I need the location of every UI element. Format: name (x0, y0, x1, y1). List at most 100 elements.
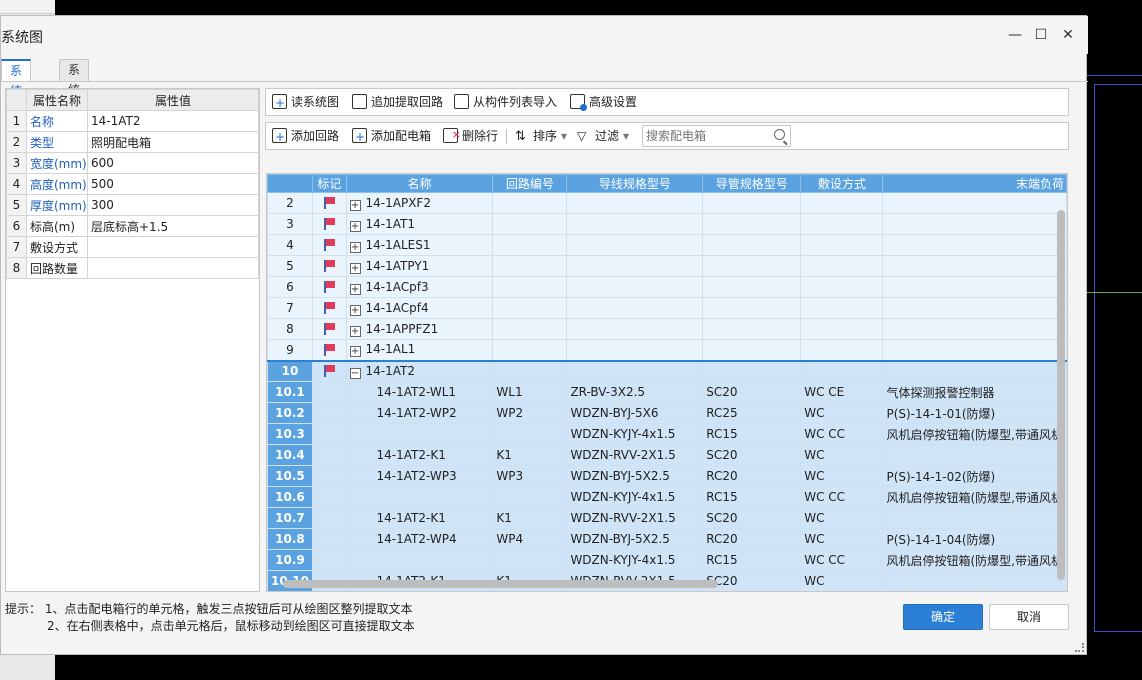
conduit-spec-cell[interactable] (702, 234, 802, 256)
mark-cell[interactable] (311, 465, 347, 487)
circuit-no-cell[interactable] (492, 255, 568, 277)
tab-system-tree[interactable]: 系统树 (59, 59, 90, 117)
wire-spec-cell[interactable]: WDZN-BYJ-5X2.5 (566, 465, 704, 487)
grid-header-end-load[interactable]: 末端负荷 (882, 174, 1067, 193)
expand-toggle-icon[interactable]: + (349, 241, 361, 253)
laying-method-cell[interactable]: WC CE (800, 381, 884, 403)
expand-toggle-icon[interactable]: + (349, 346, 361, 358)
table-row[interactable]: 10.4 14-1AT2-K1 K1 WDZN-RVV-2X1.5 SC20 WC (267, 444, 1067, 466)
table-row[interactable]: 10.2 14-1AT2-WP2 WP2 WDZN-BYJ-5X6 RC25 WC P(S)… (267, 402, 1067, 424)
mark-cell[interactable] (311, 381, 347, 403)
name-cell[interactable] (345, 423, 494, 445)
name-cell[interactable]: +14-1APPFZ1 (345, 318, 494, 340)
mark-cell[interactable] (311, 192, 347, 214)
table-row[interactable]: 3 +14-1AT1 (267, 213, 1067, 235)
table-row[interactable]: 10.3 WDZN-KYJY-4x1.5 RC15 WC CC 风机启停按钮箱(防爆型,… (267, 423, 1067, 445)
name-cell[interactable]: +14-1ACpf3 (345, 276, 494, 298)
name-cell[interactable]: −14-1AT2 (345, 359, 494, 382)
table-row[interactable]: 10.8 14-1AT2-WP4 WP4 WDZN-BYJ-5X2.5 RC20 WC P(… (267, 528, 1067, 550)
end-load-cell[interactable] (882, 297, 1067, 319)
wire-spec-cell[interactable]: WDZN-BYJ-5X2.5 (566, 528, 704, 550)
conduit-spec-cell[interactable] (702, 339, 802, 361)
property-row[interactable]: 1 名称 14-1AT2 (6, 110, 259, 132)
wire-spec-cell[interactable] (566, 234, 704, 256)
conduit-spec-cell[interactable]: RC25 (702, 402, 802, 424)
filter-dropdown[interactable]: ▽ 过滤 ▾ (577, 123, 629, 149)
table-row[interactable]: 8 +14-1APPFZ1 (267, 318, 1067, 340)
wire-spec-cell[interactable] (566, 339, 704, 361)
property-row[interactable]: 7 敷设方式 (6, 236, 259, 258)
end-load-cell[interactable]: P(S)-14-1-02(防爆) (882, 465, 1067, 487)
laying-method-cell[interactable] (800, 213, 884, 235)
table-row[interactable]: 2 +14-1APXF2 (267, 192, 1067, 214)
conduit-spec-cell[interactable] (702, 359, 802, 382)
end-load-cell[interactable] (882, 444, 1067, 466)
mark-cell[interactable] (311, 276, 347, 298)
laying-method-cell[interactable] (800, 339, 884, 361)
sort-dropdown[interactable]: ⇅ 排序 ▾ (515, 123, 567, 149)
circuit-no-cell[interactable] (492, 297, 568, 319)
laying-method-cell[interactable]: WC (800, 444, 884, 466)
end-load-cell[interactable] (882, 213, 1067, 235)
end-load-cell[interactable] (882, 318, 1067, 340)
laying-method-cell[interactable] (800, 359, 884, 382)
name-cell[interactable]: +14-1AL1 (345, 339, 494, 361)
horizontal-scrollbar[interactable] (283, 580, 718, 588)
laying-method-cell[interactable]: WC (800, 507, 884, 529)
expand-toggle-icon[interactable]: + (349, 325, 361, 337)
circuit-no-cell[interactable]: WP2 (492, 402, 568, 424)
grid-header-wire-spec[interactable]: 导线规格型号 (566, 174, 704, 193)
mark-cell[interactable] (311, 255, 347, 277)
append-extract-circuit-button[interactable]: 追加提取回路 (352, 89, 443, 115)
table-row[interactable]: 6 +14-1ACpf3 (267, 276, 1067, 298)
row-number[interactable]: 10.9 (267, 549, 313, 571)
search-input[interactable] (643, 126, 768, 146)
circuit-no-cell[interactable] (492, 423, 568, 445)
grid-header-laying-method[interactable]: 敷设方式 (800, 174, 884, 193)
mark-cell[interactable] (311, 528, 347, 550)
grid-header-circuit-no[interactable]: 回路编号 (492, 174, 568, 193)
conduit-spec-cell[interactable]: SC20 (702, 507, 802, 529)
name-cell[interactable]: +14-1ATPY1 (345, 255, 494, 277)
table-row[interactable]: 10.5 14-1AT2-WP3 WP3 WDZN-BYJ-5X2.5 RC20 WC P(… (267, 465, 1067, 487)
name-cell[interactable] (345, 486, 494, 508)
close-button[interactable]: ✕ (1058, 25, 1078, 45)
property-value[interactable]: 14-1AT2 (87, 110, 259, 132)
end-load-cell[interactable] (882, 276, 1067, 298)
laying-method-cell[interactable]: WC CC (800, 486, 884, 508)
mark-cell[interactable] (311, 234, 347, 256)
conduit-spec-cell[interactable]: RC20 (702, 465, 802, 487)
row-number[interactable]: 7 (267, 297, 313, 319)
property-value[interactable]: 500 (87, 173, 259, 195)
end-load-cell[interactable] (882, 339, 1067, 361)
laying-method-cell[interactable] (800, 192, 884, 214)
table-row[interactable]: 10.9 WDZN-KYJY-4x1.5 RC15 WC CC 风机启停按钮箱(防爆型,… (267, 549, 1067, 571)
wire-spec-cell[interactable]: WDZN-KYJY-4x1.5 (566, 486, 704, 508)
conduit-spec-cell[interactable] (702, 276, 802, 298)
property-value[interactable]: 300 (87, 194, 259, 216)
row-number[interactable]: 10.1 (267, 381, 313, 403)
row-number[interactable]: 10.3 (267, 423, 313, 445)
circuit-no-cell[interactable] (492, 276, 568, 298)
mark-cell[interactable] (311, 318, 347, 340)
conduit-spec-cell[interactable] (702, 213, 802, 235)
name-cell[interactable]: 14-1AT2-K1 (345, 444, 494, 466)
table-row[interactable]: 5 +14-1ATPY1 (267, 255, 1067, 277)
wire-spec-cell[interactable] (566, 213, 704, 235)
mark-cell[interactable] (311, 402, 347, 424)
wire-spec-cell[interactable]: WDZN-KYJY-4x1.5 (566, 423, 704, 445)
table-row[interactable]: 9 +14-1AL1 (267, 339, 1067, 361)
circuit-no-cell[interactable] (492, 486, 568, 508)
wire-spec-cell[interactable]: WDZN-RVV-2X1.5 (566, 507, 704, 529)
name-cell[interactable]: +14-1ACpf4 (345, 297, 494, 319)
tab-system-table[interactable]: 系统表 (1, 59, 32, 118)
mark-cell[interactable] (311, 549, 347, 571)
table-row[interactable]: 7 +14-1ACpf4 (267, 297, 1067, 319)
laying-method-cell[interactable]: WC CC (800, 423, 884, 445)
laying-method-cell[interactable]: WC (800, 528, 884, 550)
row-number[interactable]: 10.7 (267, 507, 313, 529)
import-from-component-list-button[interactable]: 从构件列表导入 (454, 89, 557, 115)
expand-toggle-icon[interactable]: + (349, 283, 361, 295)
row-number[interactable]: 6 (267, 276, 313, 298)
expand-toggle-icon[interactable]: + (349, 199, 361, 211)
